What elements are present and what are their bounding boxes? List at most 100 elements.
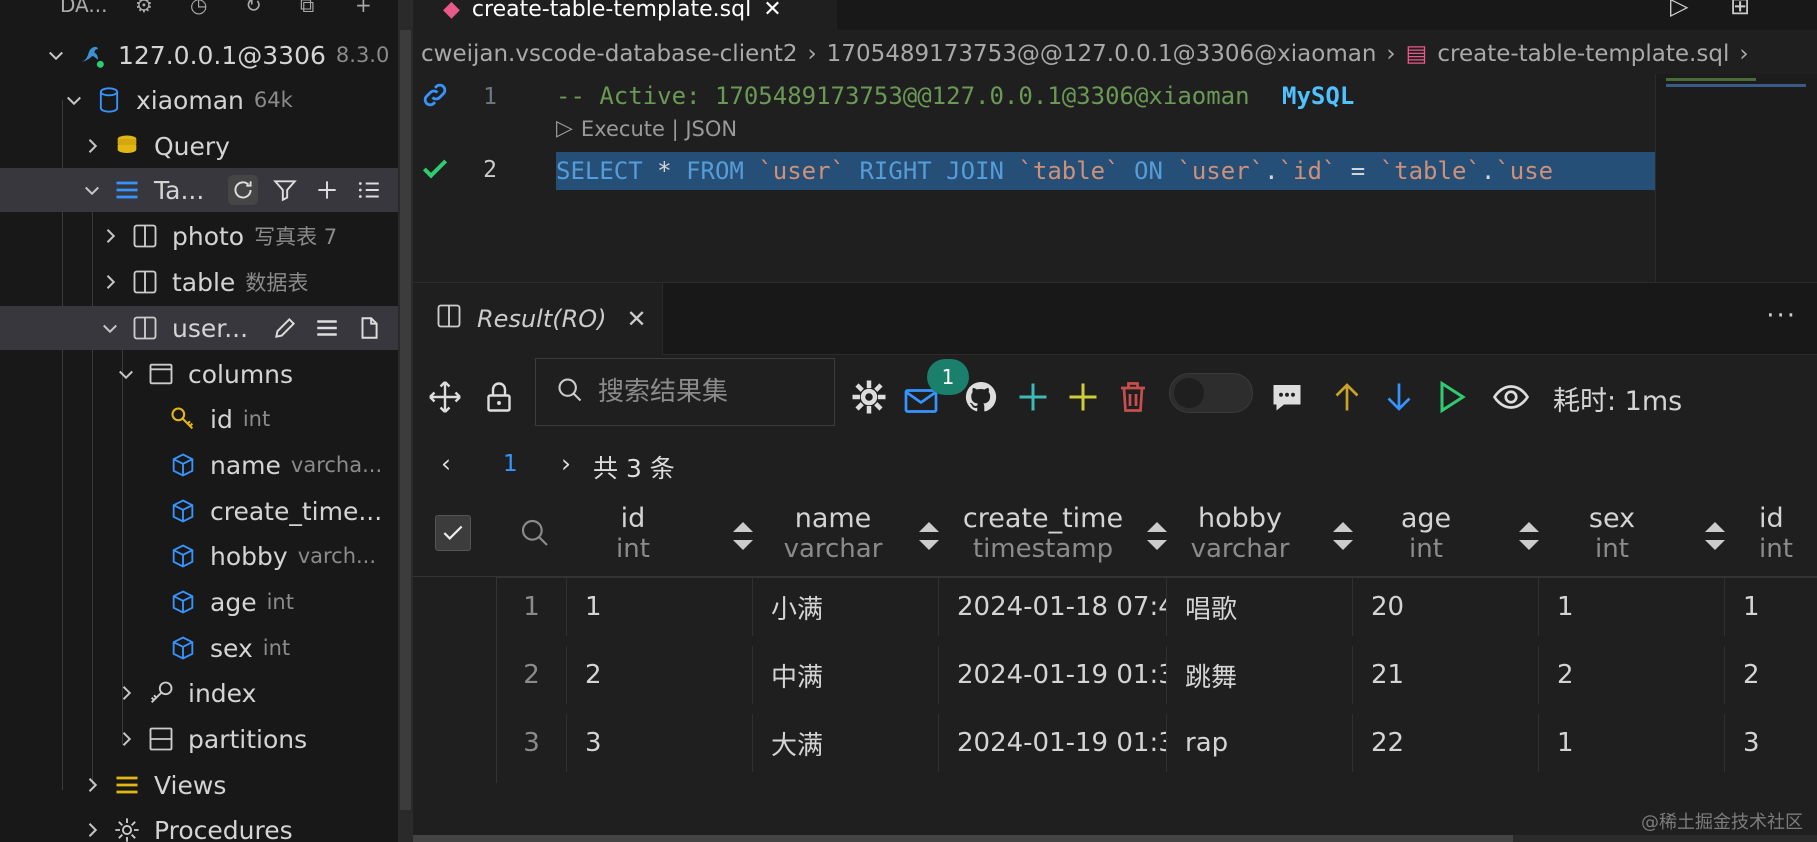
split-editor-icon[interactable]: ⊞: [1730, 0, 1750, 20]
minimap[interactable]: [1655, 74, 1817, 284]
run-icon[interactable]: ▷: [1670, 0, 1688, 20]
column-header-id[interactable]: id int: [533, 493, 733, 577]
cell-id[interactable]: 1: [567, 578, 753, 636]
add-icon[interactable]: [312, 175, 342, 205]
add-icon[interactable]: +: [355, 0, 372, 17]
code-line-2[interactable]: SELECT * FROM `user` RIGHT JOIN `table` …: [556, 152, 1655, 190]
cell-hobby[interactable]: 唱歌: [1167, 578, 1353, 636]
scrollbar-thumb[interactable]: [400, 30, 411, 810]
column-header-name[interactable]: name varchar: [733, 493, 933, 577]
tree-item-partitions[interactable]: partitions: [0, 717, 398, 761]
tree-item-procedures[interactable]: Procedures: [0, 808, 398, 842]
cell-hobby[interactable]: 跳舞: [1167, 646, 1353, 704]
gear-icon[interactable]: [849, 377, 889, 417]
cell-age[interactable]: 22: [1353, 714, 1539, 772]
cell-name[interactable]: 中满: [753, 646, 939, 704]
editor-tab-active[interactable]: ◆ create-table-template.sql ✕: [413, 0, 837, 30]
sort-icon[interactable]: [1703, 520, 1727, 552]
breadcrumb-item[interactable]: 1705489173753@@127.0.0.1@3306@xiaoman: [827, 41, 1377, 67]
toggle-switch[interactable]: [1169, 373, 1253, 413]
tree-item-connection[interactable]: 127.0.0.1@3306 8.3.0: [0, 33, 398, 77]
more-actions-icon[interactable]: ···: [1766, 301, 1797, 331]
close-icon[interactable]: ✕: [627, 305, 647, 333]
column-header-age[interactable]: age int: [1341, 493, 1511, 577]
tree-item-views[interactable]: Views: [0, 763, 398, 807]
cell-name[interactable]: 小满: [753, 578, 939, 636]
column-header-create-time[interactable]: create_time timestamp: [943, 493, 1143, 577]
file-icon[interactable]: [354, 313, 384, 343]
breadcrumb-item[interactable]: cweijan.vscode-database-client2: [421, 41, 797, 67]
tree-item-column-age[interactable]: age int: [0, 580, 398, 624]
cell-id-2[interactable]: 3: [1725, 714, 1817, 772]
table-row[interactable]: 3 3 大满 2024-01-19 01:3 rap 22 1 3: [497, 714, 1817, 772]
github-icon[interactable]: [961, 377, 1001, 417]
cell-create-time[interactable]: 2024-01-19 01:3: [939, 646, 1167, 704]
tree-item-column-id[interactable]: id int: [0, 397, 398, 441]
cell-name[interactable]: 大满: [753, 714, 939, 772]
cell-sex[interactable]: 1: [1539, 714, 1725, 772]
close-icon[interactable]: ✕: [763, 0, 781, 22]
result-search-input[interactable]: [598, 377, 818, 407]
tree-item-query[interactable]: Query: [0, 124, 398, 168]
column-header-id-2[interactable]: id int: [1759, 493, 1817, 577]
result-search-box[interactable]: [535, 358, 835, 426]
scrollbar-thumb[interactable]: [413, 835, 1513, 842]
table-row[interactable]: 2 2 中满 2024-01-19 01:3 跳舞 21 2 2: [497, 646, 1817, 704]
sort-icon[interactable]: [917, 520, 941, 552]
refresh-icon[interactable]: [228, 175, 258, 205]
chevron-left-icon[interactable]: ‹: [441, 449, 451, 478]
cell-id-2[interactable]: 2: [1725, 646, 1817, 704]
filter-icon[interactable]: [270, 175, 300, 205]
tree-item-tables[interactable]: Ta...: [0, 168, 398, 212]
move-icon[interactable]: [425, 377, 465, 417]
tree-item-column-name[interactable]: name varcha...: [0, 443, 398, 487]
add-icon[interactable]: [1013, 377, 1053, 417]
code-line-1[interactable]: -- Active: 1705489173753@@127.0.0.1@3306…: [556, 82, 1354, 110]
cell-age[interactable]: 20: [1353, 578, 1539, 636]
gear-icon[interactable]: ⚙: [135, 0, 153, 17]
comment-icon[interactable]: [1267, 377, 1307, 417]
column-header-hobby[interactable]: hobby varchar: [1155, 493, 1325, 577]
run-icon[interactable]: [1431, 377, 1471, 417]
breadcrumb-item[interactable]: create-table-template.sql: [1437, 41, 1729, 67]
list-icon[interactable]: [312, 313, 342, 343]
select-all-checkbox[interactable]: [435, 515, 471, 551]
cell-hobby[interactable]: rap: [1167, 714, 1353, 772]
tree-item-table-photo[interactable]: photo 写真表 7: [0, 214, 398, 258]
cell-id-2[interactable]: 1: [1725, 578, 1817, 636]
codelens[interactable]: ▷ Execute | JSON: [556, 116, 737, 141]
page-number[interactable]: 1: [503, 451, 518, 477]
tree-item-table-table[interactable]: table 数据表: [0, 260, 398, 304]
refresh-icon[interactable]: ↻: [245, 0, 262, 17]
add-row-icon[interactable]: [1063, 377, 1103, 417]
result-tab[interactable]: Result(RO) ✕: [413, 283, 663, 355]
tree-item-column-hobby[interactable]: hobby varch...: [0, 534, 398, 578]
column-header-sex[interactable]: sex int: [1527, 493, 1697, 577]
cell-age[interactable]: 21: [1353, 646, 1539, 704]
copy-icon[interactable]: ⧉: [300, 0, 314, 17]
chevron-right-icon[interactable]: ›: [561, 449, 571, 478]
arrow-down-icon[interactable]: [1379, 377, 1419, 417]
table-row[interactable]: 1 1 小满 2024-01-18 07:4 唱歌 20 1 1: [497, 578, 1817, 636]
cell-create-time[interactable]: 2024-01-19 01:3: [939, 714, 1167, 772]
tree-item-column-sex[interactable]: sex int: [0, 626, 398, 670]
tree-item-column-create-time[interactable]: create_time...: [0, 489, 398, 533]
tree-item-database[interactable]: xiaoman 64k: [0, 78, 398, 122]
sidebar-scrollbar[interactable]: [398, 0, 413, 842]
arrow-up-icon[interactable]: [1327, 377, 1367, 417]
horizontal-scrollbar[interactable]: [413, 835, 1817, 842]
edit-pencil-icon[interactable]: [270, 313, 300, 343]
cell-sex[interactable]: 2: [1539, 646, 1725, 704]
cell-sex[interactable]: 1: [1539, 578, 1725, 636]
tree-item-columns[interactable]: columns: [0, 352, 398, 396]
refresh-icon[interactable]: ◷: [190, 0, 207, 17]
tree-item-table-user[interactable]: user...: [0, 306, 398, 350]
lock-icon[interactable]: [479, 377, 519, 417]
cell-create-time[interactable]: 2024-01-18 07:4: [939, 578, 1167, 636]
tree-item-index[interactable]: index: [0, 671, 398, 715]
trash-icon[interactable]: [1113, 377, 1153, 417]
cell-id[interactable]: 2: [567, 646, 753, 704]
link-icon[interactable]: [418, 78, 452, 112]
eye-icon[interactable]: [1491, 377, 1531, 417]
cell-id[interactable]: 3: [567, 714, 753, 772]
